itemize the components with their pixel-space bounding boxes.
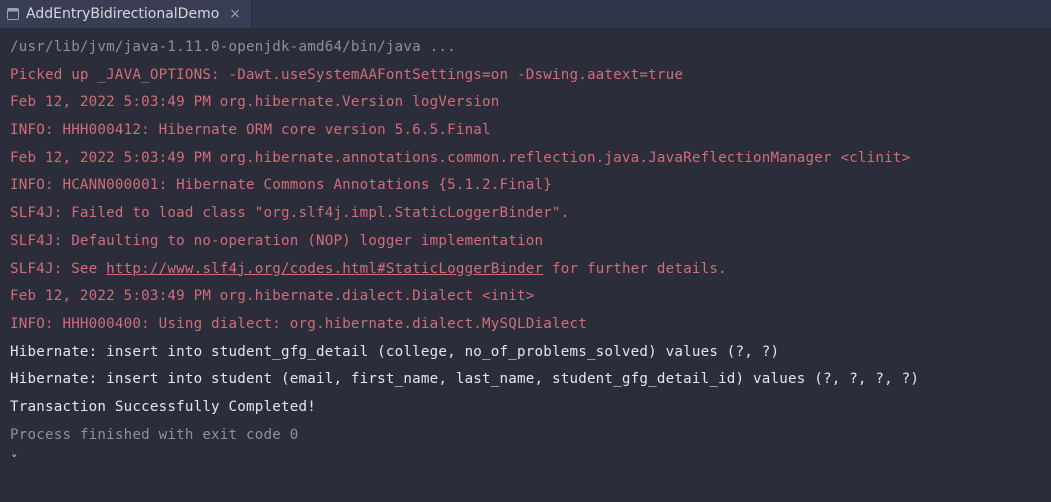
run-tab[interactable]: AddEntryBidirectionalDemo ×	[0, 0, 252, 28]
console-line: Feb 12, 2022 5:03:49 PM org.hibernate.di…	[10, 283, 1041, 311]
console-line: Hibernate: insert into student_gfg_detai…	[10, 339, 1041, 367]
console-output: /usr/lib/jvm/java-1.11.0-openjdk-amd64/b…	[0, 28, 1051, 487]
console-line: Feb 12, 2022 5:03:49 PM org.hibernate.an…	[10, 145, 1041, 173]
console-line: Process finished with exit code 0	[10, 422, 1041, 450]
console-line: INFO: HHH000400: Using dialect: org.hibe…	[10, 311, 1041, 339]
console-line: SLF4J: Failed to load class "org.slf4j.i…	[10, 200, 1041, 228]
console-line: INFO: HCANN000001: Hibernate Commons Ann…	[10, 172, 1041, 200]
console-link[interactable]: http://www.slf4j.org/codes.html#StaticLo…	[106, 261, 543, 277]
console-line: Transaction Successfully Completed!	[10, 394, 1041, 422]
run-tab-title: AddEntryBidirectionalDemo	[26, 6, 219, 22]
console-line: Picked up _JAVA_OPTIONS: -Dawt.useSystem…	[10, 62, 1041, 90]
console-line: Hibernate: insert into student (email, f…	[10, 366, 1041, 394]
close-icon[interactable]: ×	[225, 7, 241, 21]
console-line: Feb 12, 2022 5:03:49 PM org.hibernate.Ve…	[10, 89, 1041, 117]
run-configuration-icon	[6, 7, 20, 21]
tab-bar: AddEntryBidirectionalDemo ×	[0, 0, 1051, 28]
console-line: INFO: HHH000412: Hibernate ORM core vers…	[10, 117, 1041, 145]
console-line: SLF4J: Defaulting to no-operation (NOP) …	[10, 228, 1041, 256]
console-line: ˇ	[10, 449, 1041, 477]
console-line: /usr/lib/jvm/java-1.11.0-openjdk-amd64/b…	[10, 34, 1041, 62]
console-line: SLF4J: See http://www.slf4j.org/codes.ht…	[10, 256, 1041, 284]
